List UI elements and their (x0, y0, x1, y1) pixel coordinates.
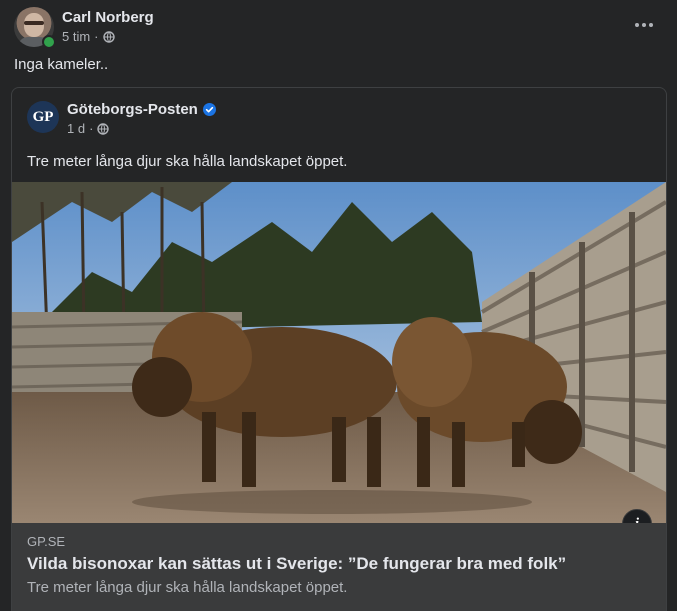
link-title[interactable]: Vilda bisonoxar kan sättas ut i Sverige:… (27, 554, 566, 574)
meta-separator: · (89, 121, 94, 136)
article-image-bison[interactable] (12, 182, 666, 523)
verified-badge-icon (202, 103, 216, 116)
post-header: Carl Norberg 5 tim · (14, 7, 664, 49)
author-name[interactable]: Carl Norberg (62, 9, 154, 26)
page-name[interactable]: Göteborgs-Posten (67, 101, 198, 118)
globe-icon[interactable] (97, 122, 110, 135)
link-preview[interactable]: GP.SE Vilda bisonoxar kan sättas ut i Sv… (12, 523, 666, 611)
post-meta: 5 tim · (62, 29, 115, 44)
meta-separator: · (94, 29, 99, 44)
globe-icon[interactable] (102, 30, 115, 43)
link-description: Tre meter långa djur ska hålla landskape… (27, 579, 348, 596)
shared-time[interactable]: 1 d (67, 121, 85, 136)
post-time[interactable]: 5 tim (62, 29, 90, 44)
more-options-button[interactable] (628, 9, 660, 41)
online-status-dot (42, 35, 56, 49)
shared-post-card[interactable]: GP Göteborgs-Posten 1 d · Tre meter lång… (11, 87, 667, 611)
more-horizontal-icon (635, 23, 653, 27)
avatar-face (24, 13, 44, 37)
shared-post-text: Tre meter långa djur ska hålla landskape… (27, 153, 348, 170)
page-name-row: Göteborgs-Posten (67, 101, 216, 118)
post-text: Inga kameler.. (14, 56, 109, 73)
page-logo[interactable]: GP (27, 101, 59, 133)
avatar-glasses (24, 21, 44, 25)
shared-meta: 1 d · (67, 121, 110, 136)
link-domain: GP.SE (27, 534, 66, 549)
